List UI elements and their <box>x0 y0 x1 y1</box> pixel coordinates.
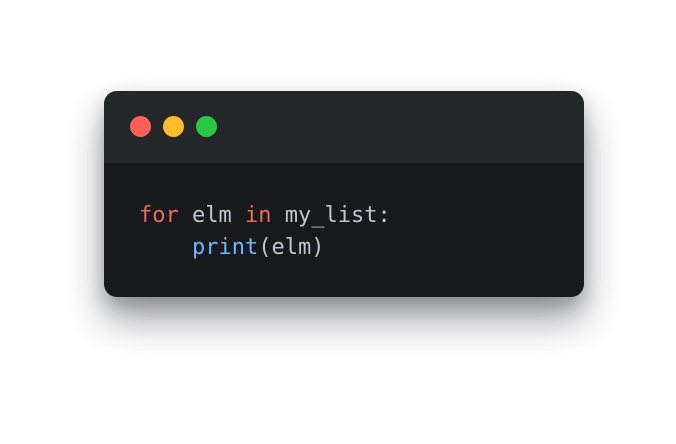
identifier-elm: elm <box>178 203 245 228</box>
code-line-1: for elm in my_list: <box>139 200 391 232</box>
keyword-in: in <box>244 203 272 228</box>
keyword-for: for <box>139 203 179 228</box>
code-window: for elm in my_list: print(elm) <box>104 91 584 297</box>
identifier-my-list: my_list: <box>271 203 391 228</box>
minimize-window-button[interactable] <box>163 116 184 137</box>
function-print: print <box>191 235 259 260</box>
call-arguments: (elm) <box>258 235 325 260</box>
window-titlebar <box>104 91 584 163</box>
maximize-window-button[interactable] <box>196 116 217 137</box>
canvas: for elm in my_list: print(elm) <box>0 0 676 444</box>
code-line-2: print(elm) <box>139 232 391 264</box>
code-block: for elm in my_list: print(elm) <box>139 200 391 264</box>
close-window-button[interactable] <box>130 116 151 137</box>
